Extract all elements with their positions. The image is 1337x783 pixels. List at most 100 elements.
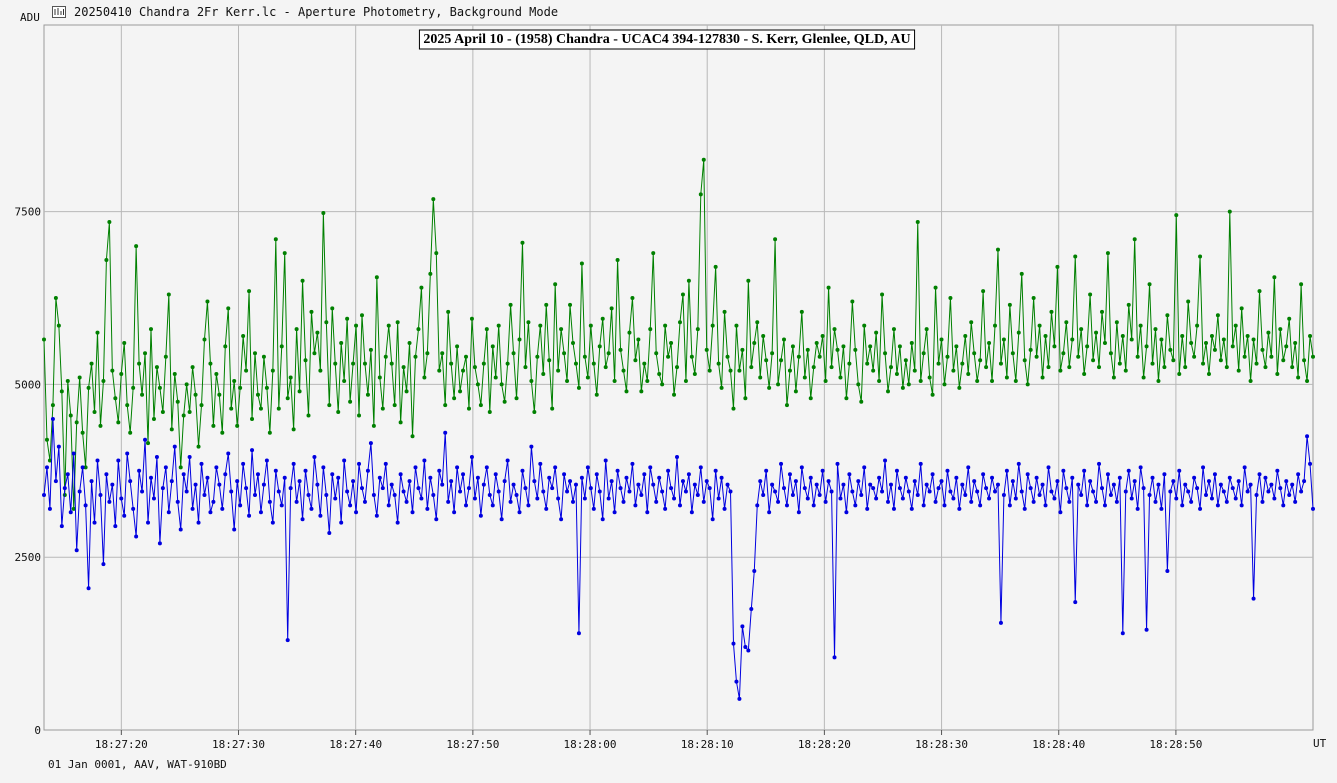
data-point: [761, 334, 766, 339]
data-point: [59, 389, 64, 394]
data-point: [704, 347, 709, 352]
data-point: [324, 320, 329, 325]
data-point: [948, 296, 953, 301]
data-point: [455, 344, 460, 349]
data-point: [1129, 337, 1134, 342]
data-point: [404, 389, 409, 394]
data-point: [1275, 372, 1280, 377]
data-point: [743, 396, 748, 401]
data-point: [1174, 496, 1179, 501]
data-point: [737, 368, 742, 373]
data-point: [1248, 378, 1253, 383]
data-point: [927, 489, 932, 494]
data-point: [89, 361, 94, 366]
data-point: [279, 344, 284, 349]
data-point: [1215, 503, 1220, 508]
data-point: [202, 337, 207, 342]
data-point: [395, 320, 400, 325]
data-point: [597, 344, 602, 349]
data-point: [425, 506, 430, 511]
x-tick-label: 18:27:50: [446, 738, 499, 751]
data-point: [939, 479, 944, 484]
data-point: [56, 323, 61, 328]
data-point: [235, 479, 240, 484]
data-point: [1153, 327, 1158, 332]
data-point: [734, 323, 739, 328]
data-point: [615, 468, 620, 473]
data-point: [719, 475, 724, 480]
data-point: [232, 527, 237, 532]
data-point: [573, 482, 578, 487]
data-point: [157, 541, 162, 546]
data-point: [698, 465, 703, 470]
data-point: [692, 482, 697, 487]
data-point: [220, 430, 225, 435]
data-point: [930, 392, 935, 397]
data-point: [1073, 254, 1078, 259]
data-point: [217, 482, 222, 487]
data-point: [1192, 475, 1197, 480]
data-point: [862, 323, 867, 328]
data-point: [930, 472, 935, 477]
x-tick-label: 18:27:20: [95, 738, 148, 751]
data-point: [110, 482, 115, 487]
data-point: [1132, 479, 1137, 484]
data-point: [559, 327, 564, 332]
data-point: [752, 569, 757, 574]
data-point: [865, 506, 870, 511]
data-point: [888, 365, 893, 370]
data-point: [140, 392, 145, 397]
data-point: [362, 499, 367, 504]
data-point: [532, 479, 537, 484]
data-point: [1275, 468, 1280, 473]
data-point: [285, 396, 290, 401]
data-point: [122, 513, 127, 518]
data-point: [945, 468, 950, 473]
data-point: [321, 465, 326, 470]
data-point: [713, 264, 718, 269]
data-point: [642, 361, 647, 366]
data-point: [458, 489, 463, 494]
data-point: [1120, 631, 1125, 636]
data-point: [146, 520, 151, 525]
data-point: [1150, 361, 1155, 366]
data-point: [241, 334, 246, 339]
data-point: [392, 493, 397, 497]
data-point: [1266, 330, 1271, 335]
data-point: [538, 461, 543, 466]
data-point: [437, 468, 442, 473]
data-point: [359, 313, 364, 318]
data-point: [1233, 323, 1238, 328]
data-point: [984, 486, 989, 491]
data-point: [1183, 365, 1188, 370]
data-point: [413, 465, 418, 470]
data-point: [1156, 378, 1161, 383]
data-point: [520, 240, 525, 245]
data-point: [214, 465, 219, 470]
data-point: [1088, 479, 1093, 484]
data-point: [98, 423, 103, 428]
data-point: [1052, 496, 1057, 501]
data-point: [166, 510, 171, 515]
data-point: [1079, 327, 1084, 332]
data-point: [814, 482, 819, 487]
data-point: [707, 486, 712, 491]
data-point: [663, 323, 668, 328]
data-point: [621, 368, 626, 373]
data-point: [576, 631, 581, 636]
data-point: [1239, 306, 1244, 311]
data-point: [888, 482, 893, 487]
data-point: [624, 389, 629, 394]
data-point: [1195, 323, 1200, 328]
data-point: [1189, 499, 1194, 504]
data-point: [499, 517, 504, 522]
data-point: [351, 479, 356, 484]
data-point: [490, 344, 495, 349]
data-point: [1085, 344, 1090, 349]
data-point: [514, 493, 519, 497]
data-point: [505, 361, 510, 366]
data-point: [362, 361, 367, 366]
data-point: [1111, 482, 1116, 487]
data-point: [306, 493, 311, 497]
data-point: [805, 347, 810, 352]
